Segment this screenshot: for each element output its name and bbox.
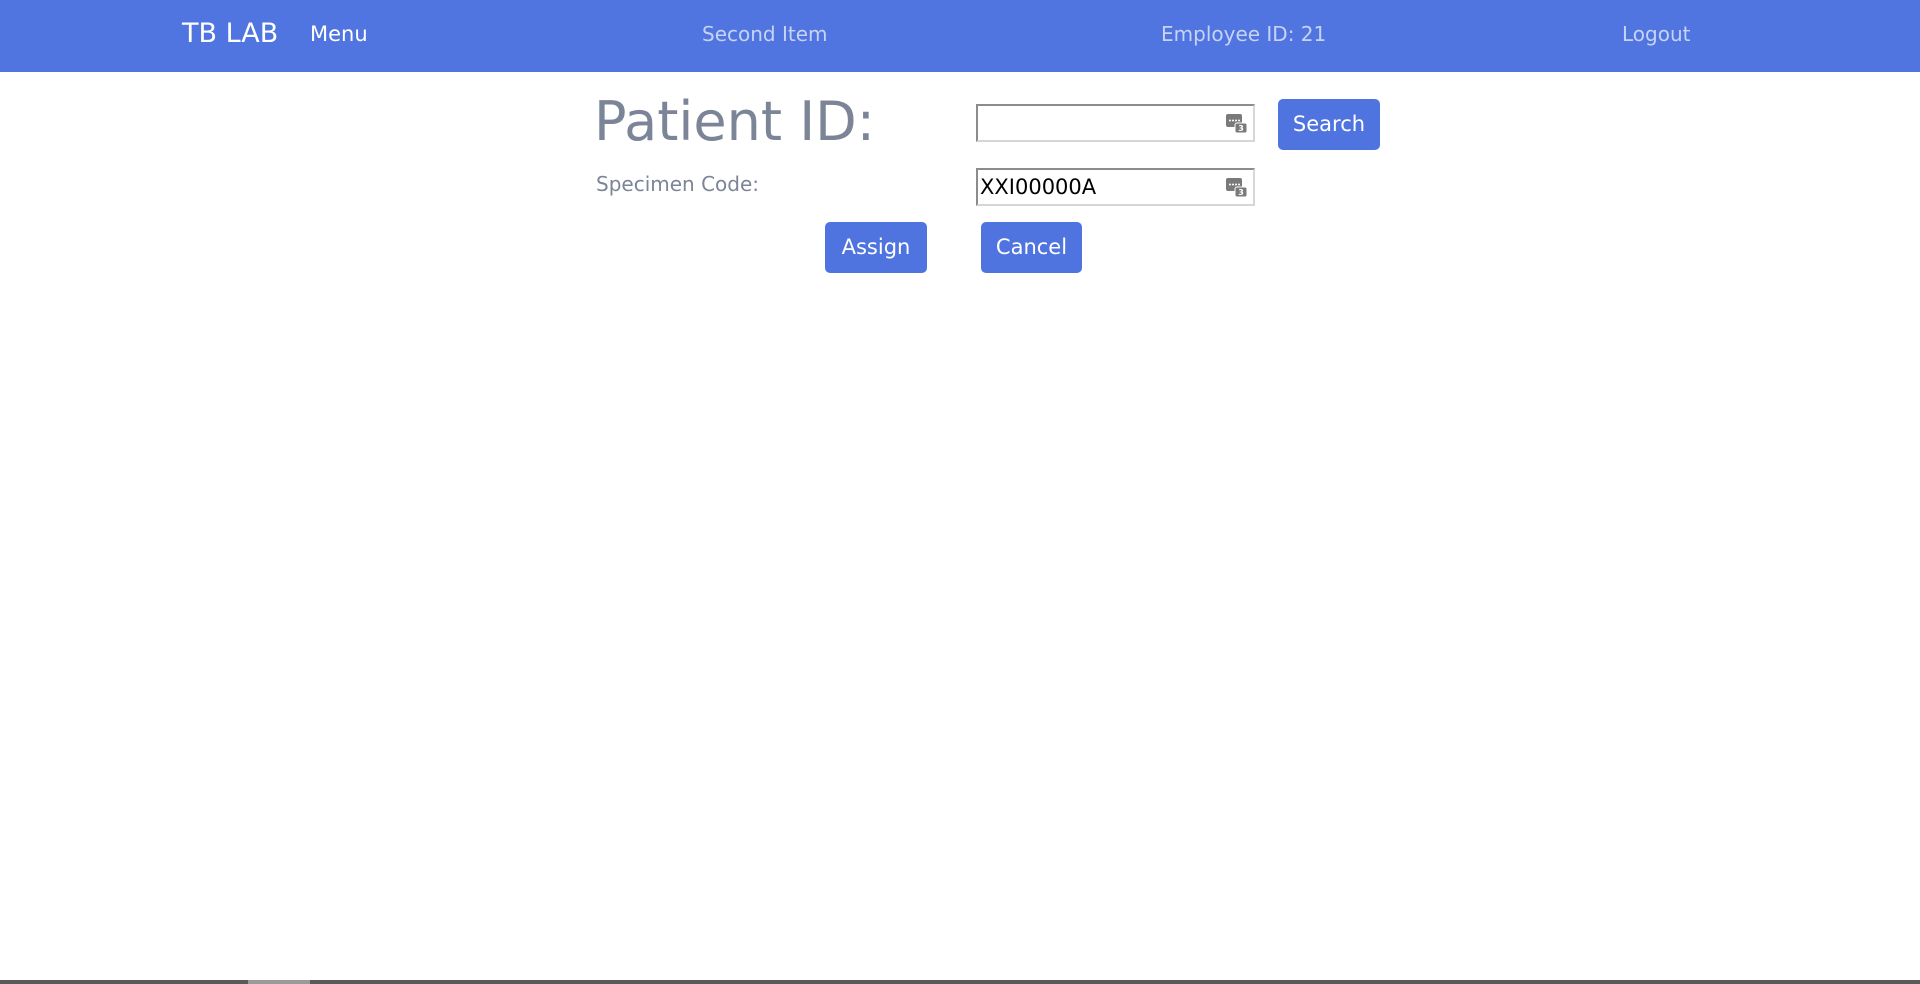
- brand-logo[interactable]: TB LAB: [182, 0, 278, 72]
- scrollbar-thumb[interactable]: [248, 980, 310, 984]
- keyboard-icon[interactable]: 3: [1225, 111, 1249, 135]
- patient-id-label: Patient ID:: [594, 90, 875, 153]
- menu-link[interactable]: Menu: [310, 0, 368, 72]
- svg-text:3: 3: [1238, 124, 1244, 133]
- top-navbar: TB LAB Menu Second Item Employee ID: 21 …: [0, 0, 1920, 72]
- patient-id-input[interactable]: [978, 106, 1220, 140]
- second-item-link[interactable]: Second Item: [702, 0, 828, 72]
- logout-link[interactable]: Logout: [1622, 0, 1690, 72]
- patient-id-field[interactable]: 3: [976, 104, 1255, 142]
- cancel-button[interactable]: Cancel: [981, 222, 1082, 273]
- specimen-code-label: Specimen Code:: [596, 172, 760, 196]
- keyboard-icon[interactable]: 3: [1225, 175, 1249, 199]
- specimen-code-input[interactable]: [978, 170, 1220, 204]
- search-button[interactable]: Search: [1278, 99, 1380, 150]
- svg-text:3: 3: [1238, 188, 1244, 197]
- specimen-code-field[interactable]: 3: [976, 168, 1255, 206]
- employee-id-label: Employee ID: 21: [1161, 22, 1327, 46]
- assign-button[interactable]: Assign: [825, 222, 927, 273]
